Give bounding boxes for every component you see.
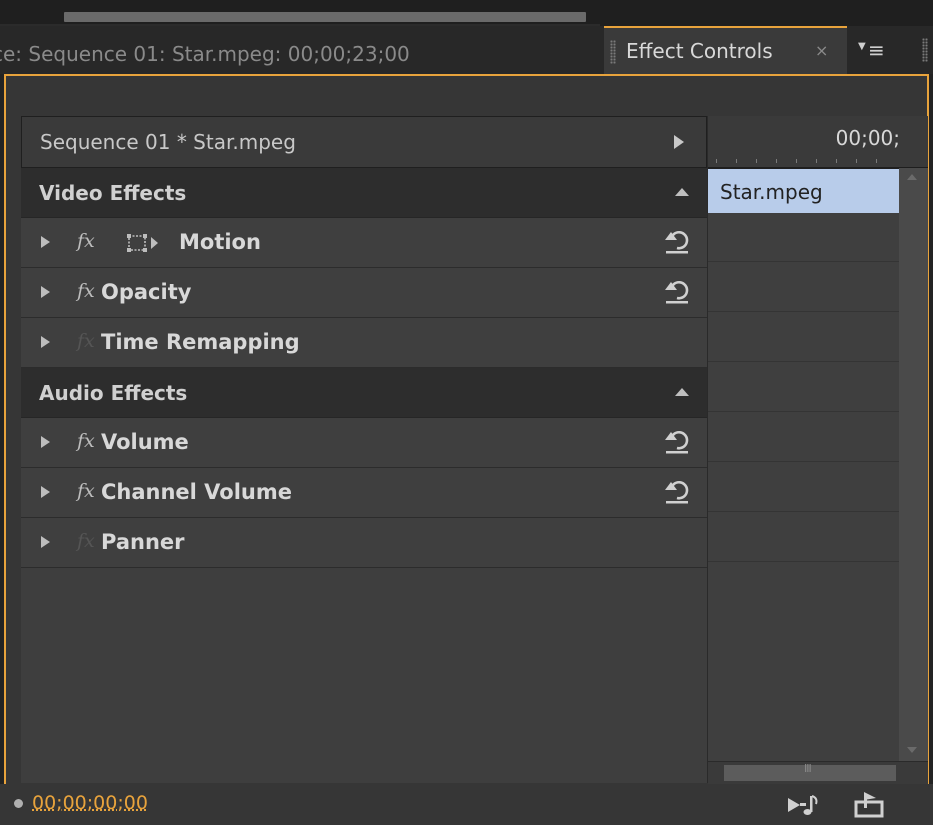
effect-name: Panner — [101, 530, 185, 554]
sequence-title: Sequence 01 * Star.mpeg — [40, 130, 296, 154]
panel-menu-button[interactable]: ▼ ≡ — [858, 32, 908, 68]
current-time-display[interactable]: 00;00;00;00 — [32, 792, 148, 814]
tab-grip[interactable] — [610, 40, 616, 64]
expand-triangle-icon[interactable] — [41, 336, 50, 348]
timeline-row — [708, 462, 899, 512]
effect-row-channel-volume[interactable]: fx Channel Volume — [21, 468, 707, 518]
reset-icon[interactable] — [663, 476, 691, 506]
fx-toggle-icon: fx — [77, 530, 95, 552]
timeline-row — [708, 212, 899, 262]
section-audio-label: Audio Effects — [39, 381, 188, 405]
effect-name: Motion — [179, 230, 261, 254]
ruler-ticks — [716, 159, 896, 163]
timeline-row — [708, 312, 899, 362]
expand-triangle-icon[interactable] — [41, 536, 50, 548]
expand-triangle-icon[interactable] — [41, 236, 50, 248]
expand-triangle-icon[interactable] — [41, 436, 50, 448]
fx-toggle-icon[interactable]: fx — [77, 480, 95, 502]
clip-name: Star.mpeg — [720, 180, 823, 204]
fx-toggle-icon[interactable]: fx — [77, 230, 95, 252]
effect-name: Volume — [101, 430, 189, 454]
scroll-down-icon[interactable] — [907, 747, 917, 753]
playhead-indicator-icon — [14, 799, 23, 808]
effect-timeline[interactable]: 00;00; Star.mpeg III — [707, 116, 928, 784]
collapse-triangle-icon[interactable] — [675, 388, 689, 396]
effect-row-opacity[interactable]: fx Opacity — [21, 268, 707, 318]
reset-icon[interactable] — [663, 226, 691, 256]
fx-toggle-icon: fx — [77, 330, 95, 352]
timeline-row — [708, 262, 899, 312]
effect-row-panner[interactable]: fx Panner — [21, 518, 707, 568]
fx-toggle-icon[interactable]: fx — [77, 280, 95, 302]
effect-name: Time Remapping — [101, 330, 300, 354]
top-drag-bar — [0, 0, 933, 27]
sequence-header[interactable]: Sequence 01 * Star.mpeg — [21, 116, 707, 168]
time-ruler[interactable]: 00;00; — [708, 116, 928, 168]
timeline-row — [708, 412, 899, 462]
reset-icon[interactable] — [663, 276, 691, 306]
fx-toggle-icon[interactable]: fx — [77, 430, 95, 452]
horizontal-scrollbar[interactable]: III — [708, 761, 928, 784]
effect-name: Channel Volume — [101, 480, 292, 504]
tab-effect-controls-label: Effect Controls — [626, 39, 773, 63]
timeline-row — [708, 362, 899, 412]
tab-strip: ce: Sequence 01: Star.mpeg: 00;00;23;00 … — [0, 26, 933, 74]
effect-row-volume[interactable]: fx Volume — [21, 418, 707, 468]
panel-footer: 00;00;00;00 — [0, 784, 933, 825]
tab-source-sequence[interactable]: ce: Sequence 01: Star.mpeg: 00;00;23;00 — [0, 34, 600, 74]
scroll-up-icon[interactable] — [907, 174, 917, 180]
effect-row-time-remapping[interactable]: fx Time Remapping — [21, 318, 707, 368]
motion-transform-icon[interactable] — [127, 232, 173, 254]
menu-triangle-icon: ▼ — [858, 41, 866, 52]
effect-row-motion[interactable]: fx Motion — [21, 218, 707, 268]
clip-bar[interactable]: Star.mpeg — [708, 168, 899, 213]
timeline-row — [708, 512, 899, 562]
expand-triangle-icon[interactable] — [41, 286, 50, 298]
scroll-thumb[interactable]: III — [724, 762, 896, 781]
tab-effect-controls[interactable]: Effect Controls × — [604, 26, 847, 74]
tab-source-sequence-label: ce: Sequence 01: Star.mpeg: 00;00;23;00 — [0, 42, 410, 66]
section-audio-effects[interactable]: Audio Effects — [21, 368, 707, 418]
effect-name: Opacity — [101, 280, 192, 304]
close-icon[interactable]: × — [815, 28, 828, 74]
vertical-scrollbar[interactable] — [899, 168, 928, 761]
tab-grip-right[interactable] — [922, 38, 928, 62]
scroll-grip: III — [804, 762, 812, 775]
effect-controls-content: Sequence 01 * Star.mpeg Video Effects fx — [21, 116, 928, 784]
section-video-label: Video Effects — [39, 181, 187, 205]
frame-grip[interactable] — [64, 12, 586, 22]
reset-icon[interactable] — [663, 426, 691, 456]
play-audio-icon[interactable] — [786, 792, 826, 818]
export-icon[interactable] — [852, 790, 886, 818]
ruler-timecode: 00;00; — [835, 126, 900, 150]
effects-list: Video Effects fx Motion fx Opacity fx Ti… — [21, 168, 707, 568]
panel-menu-icon: ≡ — [868, 38, 885, 62]
effect-controls-panel: Sequence 01 * Star.mpeg Video Effects fx — [4, 74, 929, 784]
section-video-effects[interactable]: Video Effects — [21, 168, 707, 218]
show-timeline-icon[interactable] — [674, 135, 684, 149]
expand-triangle-icon[interactable] — [41, 486, 50, 498]
collapse-triangle-icon[interactable] — [675, 188, 689, 196]
